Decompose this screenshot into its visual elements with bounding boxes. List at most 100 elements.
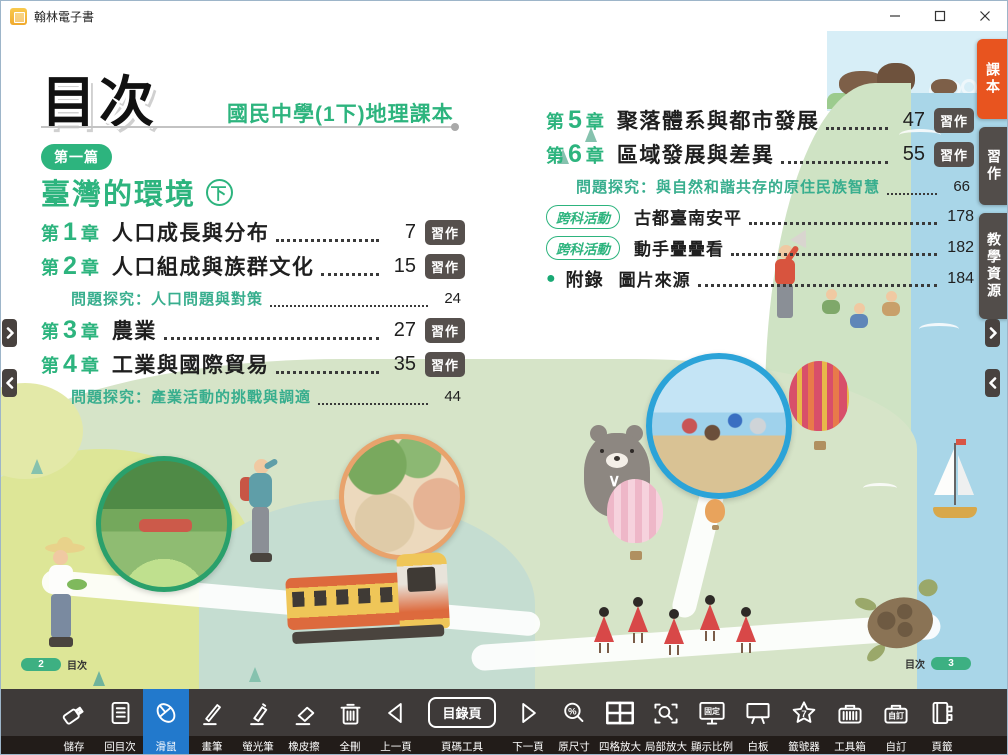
right-edge-back-button[interactable] — [985, 369, 1000, 397]
dot-leader — [270, 305, 428, 307]
side-tab-workbook[interactable]: 習作 — [979, 127, 1008, 205]
workbook-badge[interactable]: 習作 — [425, 220, 465, 245]
page-label-button[interactable]: 目錄頁 — [428, 697, 495, 728]
eraser-icon — [286, 689, 322, 736]
next-page-icon — [510, 698, 546, 728]
toc-entry-explore[interactable]: 問題探究：與自然和諧共存的原住民族智慧66 — [546, 171, 974, 201]
tool-toc[interactable]: 回目次 — [97, 689, 143, 755]
tool-trash[interactable]: 全刪 — [327, 689, 373, 755]
whiteboard-icon — [740, 698, 776, 728]
minimize-button[interactable] — [872, 1, 917, 31]
chapter-number: 第4章 — [41, 350, 99, 379]
tool-label: 白板 — [748, 736, 769, 755]
activity-title: 動手疊疊看 — [634, 235, 724, 260]
display-ratio-icon: 固定 — [694, 698, 730, 728]
toc-list-right: 第5章聚落體系與都市發展47習作第6章區域發展與差異55習作問題探究：與自然和諧… — [546, 103, 974, 294]
side-tab-textbook[interactable]: 課本 — [977, 39, 1008, 119]
tool-star-number[interactable]: 7籤號器 — [781, 689, 827, 755]
toc-entry-chapter[interactable]: 第3章農業27習作 — [41, 313, 465, 347]
cross-subject-activity-badge: 跨科活動 — [546, 205, 620, 229]
chapter-number: 第1章 — [41, 218, 99, 247]
next-page-icon — [510, 689, 546, 736]
tool-eraser[interactable]: 橡皮擦 — [281, 689, 327, 755]
page-title: 目次 — [41, 57, 157, 137]
activity-page-number: 182 — [944, 239, 974, 257]
tool-four-grid-zoom[interactable]: 四格放大 — [597, 689, 643, 755]
tool-whiteboard[interactable]: 白板 — [735, 689, 781, 755]
cross-subject-activity-badge: 跨科活動 — [546, 236, 620, 260]
tool-custom-toolbox[interactable]: 自訂自訂 — [873, 689, 919, 755]
tool-save-usb[interactable]: 儲存 — [51, 689, 97, 755]
trash-icon — [332, 689, 368, 736]
tool-label: 頁碼工具 — [441, 736, 483, 755]
toc-entry-chapter[interactable]: 第2章人口組成與族群文化15習作 — [41, 249, 465, 283]
toc-entry-explore[interactable]: 問題探究：人口問題與對策24 — [41, 283, 465, 313]
workbook-badge[interactable]: 習作 — [425, 318, 465, 343]
star-number-icon: 7 — [786, 698, 822, 728]
title-divider — [41, 126, 455, 128]
right-edge-forward-button[interactable] — [985, 319, 1000, 347]
pen-icon — [194, 698, 230, 728]
side-tab-teaching-resources[interactable]: 教學資源 — [979, 213, 1008, 319]
toc-entry-activity[interactable]: 跨科活動古都臺南安平178 — [546, 201, 974, 232]
toc-entry-chapter[interactable]: 第4章工業與國際貿易35習作 — [41, 347, 465, 381]
tool-region-zoom[interactable]: 局部放大 — [643, 689, 689, 755]
tool-label: 原尺寸 — [558, 736, 590, 755]
original-size-icon: % — [556, 698, 592, 728]
left-edge-forward-button[interactable] — [2, 319, 17, 347]
tool-toolbox[interactable]: 工具箱 — [827, 689, 873, 755]
eraser-icon — [286, 698, 322, 728]
toc-entry-chapter[interactable]: 第6章區域發展與差異55習作 — [546, 137, 974, 171]
workbook-badge[interactable]: 習作 — [934, 142, 974, 167]
tool-next-page[interactable]: 下一頁 — [505, 689, 551, 755]
toc-icon — [102, 689, 138, 736]
toc-entry-explore[interactable]: 問題探究：產業活動的挑戰與調適44 — [41, 381, 465, 411]
tool-pen[interactable]: 畫筆 — [189, 689, 235, 755]
four-grid-zoom-icon — [602, 689, 638, 736]
svg-text:7: 7 — [801, 708, 806, 719]
activity-title: 古都臺南安平 — [634, 204, 742, 229]
tool-label: 自訂 — [886, 736, 907, 755]
explore-title: 問題探究：與自然和諧共存的原住民族智慧 — [576, 176, 880, 197]
tool-label: 顯示比例 — [691, 736, 733, 755]
appendix-label: 附錄 — [566, 266, 604, 292]
tool-label: 畫筆 — [202, 736, 223, 755]
tool-original-size[interactable]: % 原尺寸 — [551, 689, 597, 755]
chapter-title: 聚落體系與都市發展 — [617, 105, 820, 135]
toc-entry-chapter[interactable]: 第1章人口成長與分布7習作 — [41, 215, 465, 249]
tool-display-ratio[interactable]: 固定顯示比例 — [689, 689, 735, 755]
chapter-number: 第3章 — [41, 316, 99, 345]
workbook-badge[interactable]: 習作 — [425, 254, 465, 279]
dot-leader — [698, 284, 937, 287]
region-zoom-icon — [648, 698, 684, 728]
toc-entry-activity[interactable]: 跨科活動動手疊疊看 182 — [546, 232, 974, 263]
dot-leader — [826, 127, 888, 130]
dot-leader — [781, 161, 888, 164]
window-controls — [872, 1, 1007, 31]
toc-entry-appendix[interactable]: ●附錄圖片來源184 — [546, 263, 974, 294]
tool-page-tabs[interactable]: 頁籤 — [919, 689, 965, 755]
save-usb-icon — [56, 698, 92, 728]
custom-toolbox-icon: 自訂 — [878, 698, 914, 728]
tool-page-label-button[interactable]: 目錄頁頁碼工具 — [419, 689, 505, 755]
explore-page-number: 44 — [435, 388, 461, 405]
custom-toolbox-icon: 自訂 — [878, 689, 914, 736]
toc-entry-chapter[interactable]: 第5章聚落體系與都市發展47習作 — [546, 103, 974, 137]
workbook-badge[interactable]: 習作 — [934, 108, 974, 133]
tool-label: 頁籤 — [932, 736, 953, 755]
part-badge: 第一篇 — [41, 144, 112, 170]
side-tab-label: 課本 — [983, 62, 1003, 96]
tool-mouse[interactable]: 滑鼠 — [143, 689, 189, 755]
tool-highlighter[interactable]: 螢光筆 — [235, 689, 281, 755]
part-title-text: 臺灣的環境 — [41, 171, 196, 213]
workbook-badge[interactable]: 習作 — [425, 352, 465, 377]
chapter-number: 第2章 — [41, 252, 99, 281]
maximize-button[interactable] — [917, 1, 962, 31]
tool-label: 四格放大 — [599, 736, 641, 755]
page-footer-label: 目次 — [67, 657, 87, 672]
left-edge-back-button[interactable] — [2, 369, 17, 397]
chapter-title: 工業與國際貿易 — [112, 349, 270, 379]
close-button[interactable] — [962, 1, 1007, 31]
tool-prev-page[interactable]: 上一頁 — [373, 689, 419, 755]
four-grid-zoom-icon — [602, 698, 638, 728]
